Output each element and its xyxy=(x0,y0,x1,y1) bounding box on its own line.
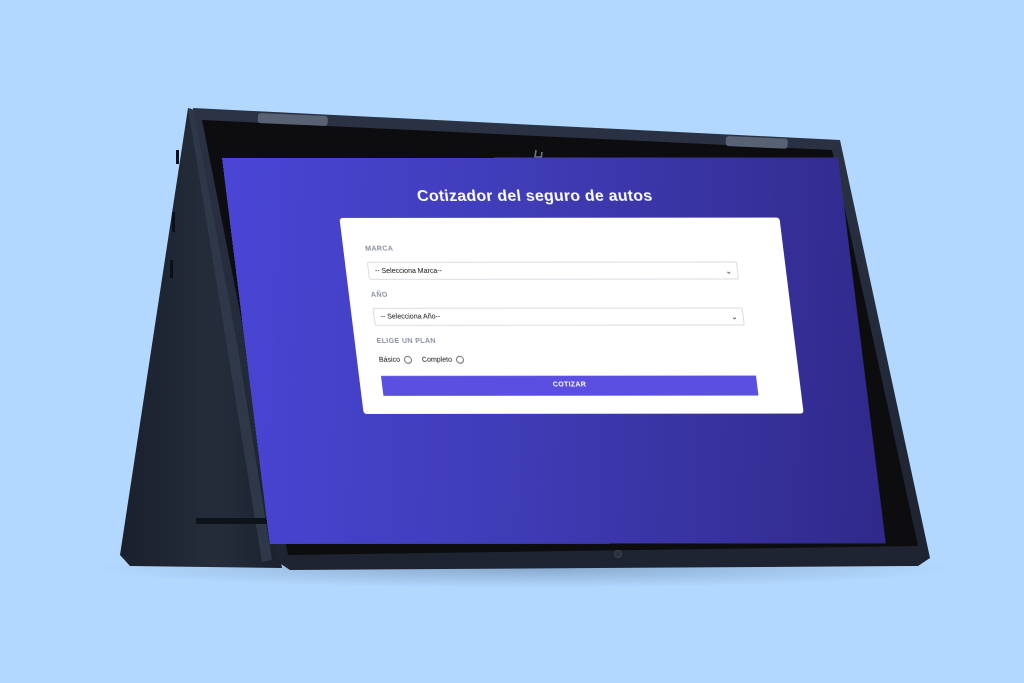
plan-option-completo-label: Completo xyxy=(421,356,453,364)
plan-label: ELIGE UN PLAN xyxy=(376,337,437,345)
plan-option-completo-radio[interactable] xyxy=(455,355,465,364)
anio-select-value: -- Selecciona Año-- xyxy=(380,313,441,321)
plan-option-basico-label: Básico xyxy=(378,356,401,364)
cotizar-button[interactable]: COTIZAR xyxy=(380,375,759,396)
chevron-down-icon: ⌄ xyxy=(724,266,733,276)
anio-label: AÑO xyxy=(370,291,389,299)
chevron-down-icon: ⌄ xyxy=(730,312,739,322)
plan-option-basico-radio[interactable] xyxy=(403,355,413,364)
quote-form: MARCA -- Selecciona Marca-- ⌄ AÑO -- Sel… xyxy=(339,217,804,414)
side-port xyxy=(172,212,175,232)
marca-select[interactable]: -- Selecciona Marca-- ⌄ xyxy=(366,261,740,280)
anio-select[interactable]: -- Selecciona Año-- ⌄ xyxy=(372,307,745,326)
screen-display: Cotizador del seguro de autos MARCA -- S… xyxy=(222,157,886,544)
marca-select-value: -- Selecciona Marca-- xyxy=(374,267,443,275)
vent-slot xyxy=(196,518,268,524)
app-viewport: Cotizador del seguro de autos MARCA -- S… xyxy=(222,157,886,544)
webcam-icon xyxy=(614,550,622,558)
page-title: Cotizador del seguro de autos xyxy=(416,187,654,205)
side-port xyxy=(170,260,173,278)
side-port xyxy=(176,150,179,164)
marca-label: MARCA xyxy=(364,245,394,253)
plan-radio-group: Básico Completo xyxy=(378,355,470,364)
